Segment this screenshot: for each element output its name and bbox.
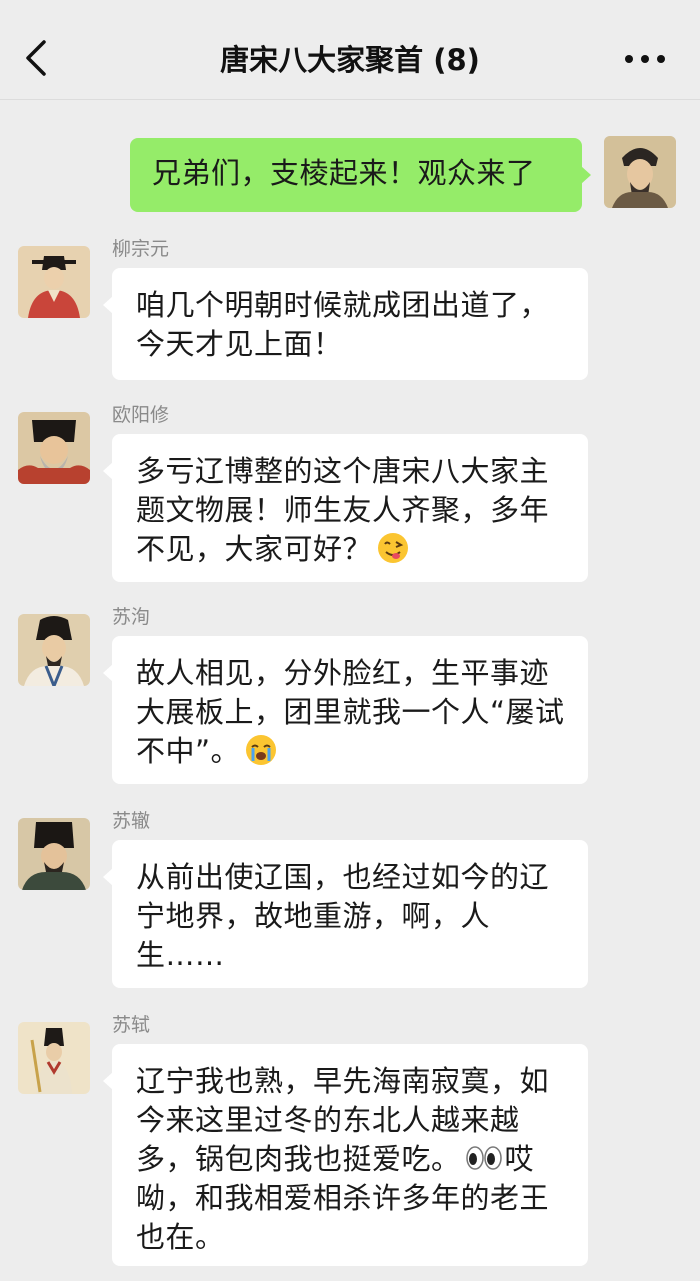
- message-item: 欧阳修 多亏辽博整的这个唐宋八大家主题文物展！师生友人齐聚，多年不见，大家可好？: [0, 404, 700, 586]
- avatar[interactable]: [18, 246, 90, 318]
- message-item: 兄弟们，支棱起来！观众来了: [0, 136, 700, 216]
- message-bubble[interactable]: 故人相见，分外脸红，生平事迹大展板上，团里就我一个人“屡试不中”。: [103, 636, 588, 784]
- avatar[interactable]: [18, 818, 90, 890]
- message-text: 故人相见，分外脸红，生平事迹大展板上，团里就我一个人“屡试不中”。: [136, 656, 565, 768]
- message-bubble[interactable]: 辽宁我也熟，早先海南寂寞，如今来这里过冬的东北人越来越多，锅包肉我也挺爱吃。 哎…: [103, 1044, 588, 1266]
- message-item: 苏洵 故人相见，分外脸红，生平事迹大展板上，团里就我一个人“屡试不中”。: [0, 606, 700, 790]
- message-item: 苏辙 从前出使辽国，也经过如今的辽宁地界，故地重游，啊，人生……: [0, 810, 700, 994]
- portrait-avatar-image: [18, 818, 90, 890]
- chevron-left-icon: [26, 40, 46, 76]
- eyes-emoji: [465, 1141, 503, 1175]
- avatar[interactable]: [18, 412, 90, 484]
- message-text: 多亏辽博整的这个唐宋八大家主题文物展！师生友人齐聚，多年不见，大家可好？: [136, 454, 550, 566]
- avatar[interactable]: [18, 614, 90, 686]
- message-item: 柳宗元 咱几个明朝时候就成团出道了，今天才见上面！: [0, 238, 700, 385]
- portrait-avatar-image: [604, 136, 676, 208]
- message-list: 兄弟们，支棱起来！观众来了 柳宗元 咱几个明朝时候就成团出道了，今天才见上面！ …: [0, 100, 700, 1281]
- sender-name: 欧阳修: [112, 404, 170, 426]
- portrait-avatar-image: [18, 412, 90, 484]
- message-item: 苏轼 辽宁我也熟，早先海南寂寞，如今来这里过冬的东北人越来越多，锅包肉我也挺爱吃…: [0, 1014, 700, 1268]
- message-text: 兄弟们，支棱起来！观众来了: [152, 156, 536, 190]
- chat-header: 唐宋八大家聚首 (8): [0, 0, 700, 100]
- sender-name: 苏洵: [112, 606, 151, 628]
- message-text: 从前出使辽国，也经过如今的辽宁地界，故地重游，啊，人生……: [136, 860, 550, 972]
- more-horizontal-icon: [625, 55, 665, 63]
- avatar[interactable]: [604, 136, 676, 208]
- message-bubble[interactable]: 兄弟们，支棱起来！观众来了: [130, 138, 591, 212]
- avatar[interactable]: [18, 1022, 90, 1094]
- more-button[interactable]: [620, 46, 670, 72]
- message-bubble[interactable]: 咱几个明朝时候就成团出道了，今天才见上面！: [103, 268, 588, 380]
- chat-title: 唐宋八大家聚首 (8): [220, 43, 480, 77]
- portrait-avatar-image: [18, 1022, 90, 1094]
- sender-name: 柳宗元: [112, 238, 170, 260]
- sender-name: 苏轼: [112, 1014, 151, 1036]
- back-button[interactable]: [14, 36, 58, 80]
- portrait-avatar-image: [18, 246, 90, 318]
- wink-tongue-emoji: [376, 531, 410, 565]
- portrait-avatar-image: [18, 614, 90, 686]
- message-bubble[interactable]: 多亏辽博整的这个唐宋八大家主题文物展！师生友人齐聚，多年不见，大家可好？: [103, 434, 588, 582]
- message-bubble[interactable]: 从前出使辽国，也经过如今的辽宁地界，故地重游，啊，人生……: [103, 840, 588, 988]
- crying-emoji: [244, 733, 278, 767]
- message-text: 咱几个明朝时候就成团出道了，今天才见上面！: [136, 288, 550, 361]
- sender-name: 苏辙: [112, 810, 151, 832]
